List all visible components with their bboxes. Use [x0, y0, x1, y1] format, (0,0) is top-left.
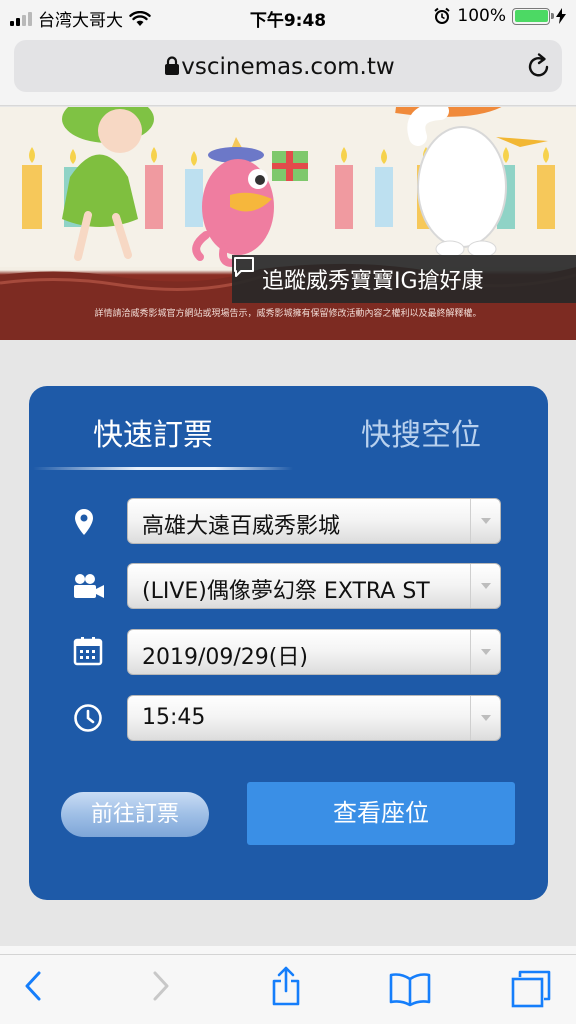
- battery-icon: [512, 7, 554, 25]
- battery-percent: 100%: [457, 6, 506, 26]
- tab-quick-booking[interactable]: 快速訂票: [93, 410, 213, 454]
- quick-booking-panel: 快速訂票 快搜空位 高雄大遠百威秀影城 (LIVE)偶像夢幻祭 EXTRA ST: [29, 386, 548, 900]
- video-camera-icon: [74, 574, 104, 598]
- chevron-down-icon: [470, 630, 500, 674]
- browser-address-area: vscinemas.com.tw: [0, 34, 576, 106]
- chevron-down-icon: [470, 564, 500, 608]
- theater-select[interactable]: 高雄大遠百威秀影城: [127, 498, 501, 544]
- date-value: 2019/09/29(日): [142, 645, 308, 670]
- chevron-down-icon: [470, 696, 500, 740]
- banner-fine-print: 詳情請洽威秀影城官方網站或現場告示，威秀影城擁有保留修改活動內容之權利以及最終解…: [94, 309, 482, 319]
- follow-text: 追蹤威秀寶寶IG搶好康: [262, 269, 484, 294]
- chevron-down-icon: [470, 499, 500, 543]
- forward-icon[interactable]: [150, 969, 172, 1003]
- clock-icon: [74, 704, 102, 732]
- time-value: 15:45: [142, 705, 206, 730]
- date-select[interactable]: 2019/09/29(日): [127, 629, 501, 675]
- toolbar-divider: [0, 946, 576, 954]
- alarm-icon: [434, 7, 451, 24]
- tab-seat-search[interactable]: 快搜空位: [361, 410, 481, 454]
- theater-value: 高雄大遠百威秀影城: [142, 514, 341, 539]
- movie-select[interactable]: (LIVE)偶像夢幻祭 EXTRA ST: [127, 563, 501, 609]
- charging-icon: [556, 8, 566, 24]
- location-icon: [75, 509, 93, 535]
- share-icon[interactable]: [270, 965, 302, 1007]
- bookmarks-icon[interactable]: [388, 971, 432, 1007]
- tabs-icon[interactable]: [510, 969, 552, 1009]
- instagram-follow-banner[interactable]: 追蹤威秀寶寶IG搶好康: [232, 255, 576, 303]
- calendar-icon: [73, 637, 103, 666]
- reload-icon[interactable]: [526, 52, 552, 80]
- back-icon[interactable]: [22, 969, 44, 1003]
- url-text: vscinemas.com.tw: [181, 54, 395, 80]
- go-to-booking-button[interactable]: 前往訂票: [61, 792, 209, 837]
- view-seats-button[interactable]: 查看座位: [247, 782, 515, 845]
- speech-bubble-icon: [234, 257, 254, 277]
- status-right: 100%: [433, 6, 566, 26]
- active-tab-underline: [33, 467, 293, 470]
- browser-toolbar: [0, 954, 576, 1024]
- movie-value: (LIVE)偶像夢幻祭 EXTRA ST: [142, 579, 430, 604]
- address-bar[interactable]: vscinemas.com.tw: [14, 40, 562, 92]
- promo-banner[interactable]: 追蹤威秀寶寶IG搶好康 詳情請洽威秀影城官方網站或現場告示，威秀影城擁有保留修改…: [0, 107, 576, 340]
- time-select[interactable]: 15:45: [127, 695, 501, 741]
- status-bar: 台湾大哥大 下午9:48 100%: [0, 0, 576, 34]
